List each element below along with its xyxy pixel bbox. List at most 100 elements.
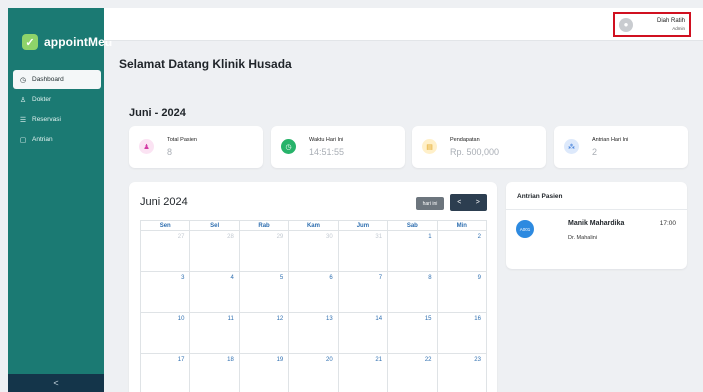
app-logo[interactable]: ✓ appointMed: [22, 34, 112, 50]
sidebar-item-label: Reservasi: [32, 116, 61, 123]
day-number: 27: [177, 234, 185, 240]
calendar-day-cell[interactable]: 8: [388, 272, 438, 312]
stat-value: 2: [592, 147, 598, 157]
app-name: appointMed: [44, 35, 113, 49]
stat-label: Waktu Hari Ini: [309, 137, 344, 143]
today-button[interactable]: hari ini: [416, 197, 444, 210]
calendar-day-cell[interactable]: 31: [339, 231, 389, 271]
calendar-day-cell[interactable]: 10: [141, 313, 191, 353]
calendar-day-cell[interactable]: 1: [388, 231, 438, 271]
calendar-day-cell[interactable]: 19: [240, 354, 290, 392]
calendar-day-cell[interactable]: 29: [240, 231, 290, 271]
day-number: 30: [326, 234, 333, 240]
calendar-day-cell[interactable]: 16: [438, 313, 487, 353]
calendar-day-cell[interactable]: 23: [438, 354, 487, 392]
user-icon: ♙: [19, 96, 27, 104]
calendar-day-cell[interactable]: 13: [289, 313, 339, 353]
calendar-day-cell[interactable]: 7: [339, 272, 389, 312]
weekday-label: Min: [438, 221, 487, 230]
calendar-day-cell[interactable]: 14: [339, 313, 389, 353]
month-heading: Juni - 2024: [129, 107, 186, 119]
day-number: 7: [378, 275, 383, 281]
day-number: 12: [276, 316, 284, 322]
calendar-day-cell[interactable]: 17: [141, 354, 191, 392]
next-month-button[interactable]: >: [469, 194, 488, 211]
day-number: 14: [375, 316, 383, 322]
wallet-icon: ▤: [422, 139, 437, 154]
stat-value: Rp. 500,000: [450, 147, 500, 157]
calendar-day-cell[interactable]: 2: [438, 231, 487, 271]
calendar-day-cell[interactable]: 20: [289, 354, 339, 392]
calendar-day-cell[interactable]: 4: [190, 272, 240, 312]
prev-month-button[interactable]: <: [450, 194, 469, 211]
weekday-label: Rab: [240, 221, 290, 230]
calendar-card: Juni 2024 hari ini < > Sen Sel Rab Kam J…: [129, 182, 497, 392]
calendar-day-cell[interactable]: 11: [190, 313, 240, 353]
calendar-week-row: 17 18 19 20 21 22 23: [141, 354, 487, 392]
day-number: 1: [428, 234, 432, 240]
day-number: 3: [181, 275, 185, 281]
calendar-day-cell[interactable]: 15: [388, 313, 438, 353]
divider: [506, 209, 687, 210]
sidebar-item-dashboard[interactable]: ◷ Dashboard: [13, 70, 101, 89]
top-bar: ● Diah Ratih Admin: [104, 8, 703, 41]
calendar-grid: Sen Sel Rab Kam Jum Sab Min 27 28 29 30 31 1 2…: [140, 220, 487, 392]
queue-time: 17:00: [659, 220, 676, 227]
weekday-label: Kam: [289, 221, 339, 230]
calendar-nav: < >: [450, 194, 487, 211]
doctor-name: Dr. Mahalini: [568, 235, 598, 241]
calendar-day-cell[interactable]: 21: [339, 354, 389, 392]
sidebar-item-reservasi[interactable]: ☰ Reservasi: [13, 110, 101, 129]
avatar-icon: ●: [619, 17, 633, 32]
stat-label: Pendapatan: [450, 137, 480, 143]
day-number: 28: [227, 234, 234, 240]
day-number: 16: [474, 316, 481, 322]
sidebar: ✓ appointMed ◷ Dashboard ♙ Dokter ☰ Rese…: [8, 8, 112, 392]
user-menu[interactable]: ● Diah Ratih Admin: [613, 12, 691, 37]
queue-icon: ⁂: [564, 139, 579, 154]
weekday-label: Sab: [388, 221, 438, 230]
day-number: 31: [375, 234, 383, 240]
queue-title: Antrian Pasien: [517, 193, 563, 200]
patient-name: Manik Mahardika: [568, 220, 625, 227]
day-number: 2: [477, 234, 481, 240]
sidebar-item-dokter[interactable]: ♙ Dokter: [13, 90, 101, 109]
queue-card: Antrian Pasien A001 Manik Mahardika Dr. …: [506, 182, 687, 269]
stat-value: 14:51:55: [309, 147, 345, 157]
day-number: 15: [424, 316, 432, 322]
stat-value: 8: [167, 147, 173, 157]
day-number: 19: [276, 357, 284, 363]
day-number: 4: [230, 275, 234, 281]
sidebar-collapse-button[interactable]: <: [8, 374, 104, 392]
day-number: 11: [227, 316, 234, 322]
calendar-day-cell[interactable]: 6: [289, 272, 339, 312]
stat-label: Antrian Hari Ini: [592, 137, 629, 143]
calendar-day-cell[interactable]: 18: [190, 354, 240, 392]
stat-card-total-pasien: ♟ Total Pasien 8: [129, 126, 263, 168]
calendar-day-cell[interactable]: 28: [190, 231, 240, 271]
calendar-body: 27 28 29 30 31 1 2 3 4 5 6 7 8 9 10 11 12 13 14 15 16 17 18 19 2…: [141, 231, 487, 392]
calendar-day-cell[interactable]: 27: [141, 231, 191, 271]
calendar-title: Juni 2024: [140, 196, 188, 208]
stat-label: Total Pasien: [167, 137, 197, 143]
day-number: 20: [326, 357, 333, 363]
stat-card-antrian: ⁂ Antrian Hari Ini 2: [554, 126, 688, 168]
calendar-week-row: 3 4 5 6 7 8 9: [141, 272, 487, 313]
calendar-day-cell[interactable]: 12: [240, 313, 290, 353]
calendar-day-cell[interactable]: 22: [388, 354, 438, 392]
calendar-day-cell[interactable]: 9: [438, 272, 487, 312]
page-title: Selamat Datang Klinik Husada: [119, 57, 292, 71]
calendar-week-row: 10 11 12 13 14 15 16: [141, 313, 487, 354]
weekday-label: Sel: [190, 221, 240, 230]
clock-icon: ◷: [281, 139, 296, 154]
calendar-day-cell[interactable]: 3: [141, 272, 191, 312]
calendar-day-cell[interactable]: 30: [289, 231, 339, 271]
document-icon: ▢: [19, 136, 27, 144]
calendar-week-row: 27 28 29 30 31 1 2: [141, 231, 487, 272]
queue-code-badge: A001: [516, 220, 534, 238]
calendar-day-cell[interactable]: 5: [240, 272, 290, 312]
user-name: Diah Ratih: [656, 18, 685, 24]
day-number: 9: [477, 275, 481, 281]
sidebar-item-antrian[interactable]: ▢ Antrian: [13, 130, 101, 149]
day-number: 18: [227, 357, 234, 363]
